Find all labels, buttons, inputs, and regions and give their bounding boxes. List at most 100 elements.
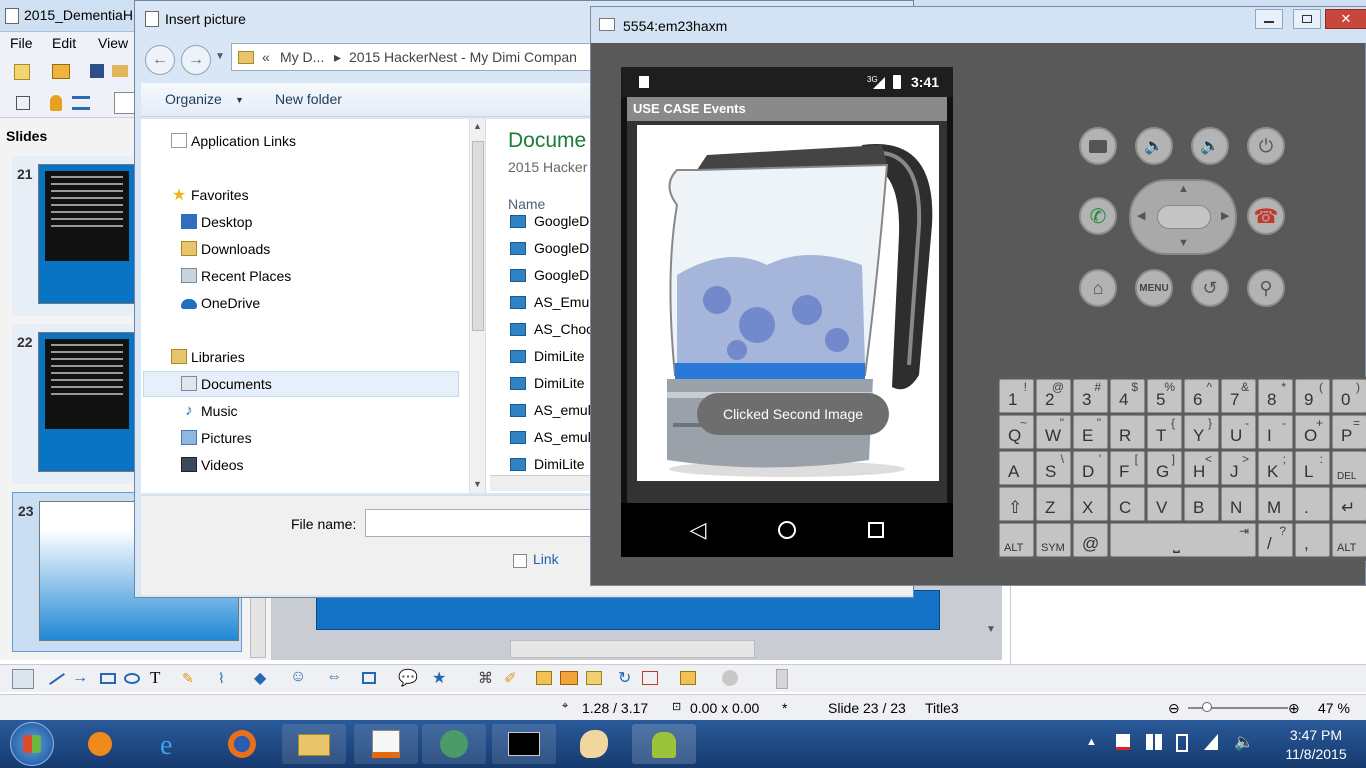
connector-tool-icon[interactable]: ⌇ [218,670,225,687]
keyboard-key[interactable]: , [1295,523,1330,557]
block-arrows-icon[interactable]: ⇔ [326,668,342,686]
nav-item-favorites[interactable]: ★ Favorites [172,187,249,204]
dpad-center[interactable] [1157,205,1211,229]
volume-icon[interactable]: 🔈 [1234,732,1254,752]
keyboard-key[interactable]: X [1073,487,1108,521]
zoom-out-icon[interactable]: ⊖ [1168,700,1180,717]
nav-item-recent-places[interactable]: Recent Places [181,268,291,284]
back-arrow-icon[interactable]: ← [145,45,175,75]
new-folder-button[interactable]: New folder [275,91,342,107]
minimize-icon[interactable] [1255,9,1283,29]
keyboard-key[interactable]: 5% [1147,379,1182,413]
arrange-icon[interactable] [72,96,90,110]
export-icon[interactable] [112,65,128,77]
fontwork-icon[interactable] [536,671,552,685]
line-style-icon[interactable] [16,96,30,110]
organize-chevron-icon[interactable]: ▼ [235,95,244,105]
network-icon[interactable] [1204,734,1218,750]
keyboard-key[interactable]: Q ~ [999,415,1034,449]
keyboard-key[interactable]: G] [1147,451,1182,485]
link-checkbox[interactable] [513,554,527,568]
fill-icon[interactable] [50,95,62,111]
link-checkbox-label[interactable]: Link [533,551,559,567]
keyboard-key[interactable]: K; [1258,451,1293,485]
insert-image-icon[interactable] [560,671,578,685]
dpad[interactable]: ▲ ▼ ◀ ▶ [1129,179,1237,255]
call-icon[interactable]: ✆ [1079,197,1117,235]
command-prompt-icon[interactable] [492,724,556,764]
address-segment-folder[interactable]: 2015 HackerNest - My Dimi Compan [349,49,577,65]
camera-icon[interactable] [1079,127,1117,165]
symbol-shapes-icon[interactable]: ☺ [290,668,306,686]
file-list-item[interactable]: AS_emul [510,402,591,418]
arrange-objects-icon[interactable] [680,671,696,685]
keyboard-key[interactable]: M [1258,487,1293,521]
end-call-icon[interactable]: ☎ [1247,197,1285,235]
zoom-level[interactable]: 47 % [1318,700,1350,716]
keyboard-key[interactable]: I- [1258,415,1293,449]
keyboard-key[interactable]: U- [1221,415,1256,449]
keyboard-key[interactable]: Z [1036,487,1071,521]
rotate-icon[interactable]: ↻ [618,668,631,688]
nav-item-onedrive[interactable]: OneDrive [181,295,260,311]
toolbar-overflow-icon[interactable] [776,669,788,689]
keyboard-key[interactable]: P = [1332,415,1366,449]
dpad-down-icon[interactable]: ▼ [1178,237,1189,249]
glue-points-icon[interactable]: ✐ [504,669,517,687]
action-center-icon[interactable] [1116,734,1130,750]
back-icon[interactable]: ↺ [1191,269,1229,307]
menu-file[interactable]: File [10,35,33,51]
firefox-icon[interactable] [210,724,274,764]
scroll-up-icon[interactable]: ▲ [473,121,482,131]
file-list-item[interactable]: AS_Choc [510,321,593,337]
keyboard-key[interactable]: ALT [1332,523,1366,557]
recent-locations-chevron-icon[interactable]: ▼ [215,51,225,62]
menu-button[interactable]: MENU [1135,269,1173,307]
keyboard-key[interactable]: W " [1036,415,1071,449]
keyboard-key[interactable]: H < [1184,451,1219,485]
dpad-up-icon[interactable]: ▲ [1178,183,1189,195]
keyboard-key[interactable]: J > [1221,451,1256,485]
keyboard-key[interactable]: S \ [1036,451,1071,485]
volume-up-icon[interactable]: 🔊 [1191,127,1229,165]
keyboard-key[interactable]: ALT [999,523,1034,557]
file-list-item[interactable]: DimiLite [510,348,585,364]
search-icon[interactable]: ⚲ [1247,269,1285,307]
dpad-right-icon[interactable]: ▶ [1221,209,1229,222]
nav-item-documents[interactable]: Documents [181,376,272,392]
keyboard-key[interactable]: B [1184,487,1219,521]
keyboard-key[interactable]: /? [1258,523,1293,557]
nav-item-application-links[interactable]: Application Links [171,133,296,149]
keyboard-key[interactable]: 8 * [1258,379,1293,413]
keyboard-key[interactable]: F[ [1110,451,1145,485]
keyboard-key[interactable]: 3 # [1073,379,1108,413]
volume-down-icon[interactable]: 🔉 [1135,127,1173,165]
text-tool-icon[interactable]: T [150,668,160,688]
close-icon[interactable]: ✕ [1325,9,1366,29]
nav-item-videos[interactable]: Videos [181,457,244,473]
nav-recents-icon[interactable] [863,517,889,543]
editor-vscroll-down-icon[interactable]: ▼ [986,624,996,635]
address-separator[interactable]: ▸ [334,49,341,66]
ellipse-tool-icon[interactable] [124,673,140,684]
nav-item-libraries[interactable]: Libraries [171,349,245,365]
slides-scrollbar[interactable] [250,596,266,658]
keyboard-key[interactable]: . [1295,487,1330,521]
menu-edit[interactable]: Edit [52,35,76,51]
android-emulator-icon[interactable] [632,724,696,764]
keyboard-key[interactable]: O + [1295,415,1330,449]
clock-date[interactable]: 11/8/2015 [1276,746,1356,762]
curve-tool-icon[interactable]: ✎ [182,670,194,687]
nav-home-icon[interactable] [774,517,800,543]
keyboard-key[interactable]: 9( [1295,379,1330,413]
stars-icon[interactable]: ★ [432,668,446,688]
media-player-icon[interactable] [68,724,132,764]
start-button-icon[interactable] [10,722,54,766]
keyboard-key[interactable]: 2 @ [1036,379,1071,413]
nav-item-music[interactable]: ♪ Music [185,402,237,419]
address-segment-mydocs[interactable]: My D... [280,49,324,65]
keyboard-key[interactable]: L: [1295,451,1330,485]
scroll-thumb[interactable] [472,141,484,331]
save-icon[interactable] [90,64,104,78]
keyboard-key[interactable]: V [1147,487,1182,521]
